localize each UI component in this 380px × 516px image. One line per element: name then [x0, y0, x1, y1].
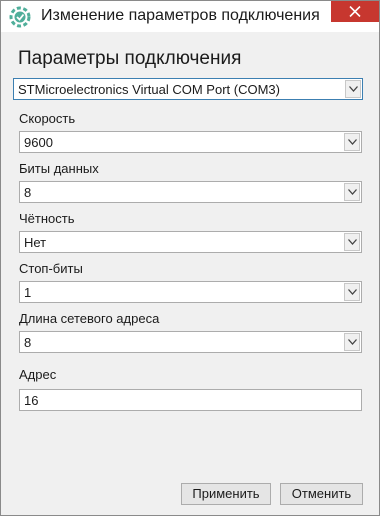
- address-length-select-value: 8: [24, 335, 32, 350]
- port-select-value: STMicroelectronics Virtual COM Port (COM…: [18, 82, 280, 97]
- data-bits-label: Биты данных: [19, 161, 99, 176]
- stop-bits-label: Стоп-биты: [19, 261, 83, 276]
- title-bar[interactable]: Изменение параметров подключения: [1, 1, 379, 32]
- speed-select[interactable]: 9600: [19, 131, 362, 153]
- chevron-down-icon[interactable]: [344, 183, 360, 201]
- address-label: Адрес: [19, 367, 57, 382]
- chevron-down-icon[interactable]: [345, 80, 361, 98]
- address-input[interactable]: [19, 389, 362, 411]
- chevron-down-icon[interactable]: [344, 133, 360, 151]
- speed-select-value: 9600: [24, 135, 53, 150]
- port-select[interactable]: STMicroelectronics Virtual COM Port (COM…: [13, 78, 363, 100]
- close-icon: [349, 6, 361, 17]
- data-bits-select-value: 8: [24, 185, 32, 200]
- dialog-window: Изменение параметров подключения Парамет…: [0, 0, 380, 516]
- app-icon: [9, 6, 31, 28]
- apply-button[interactable]: Применить: [181, 483, 271, 505]
- close-button[interactable]: [331, 1, 379, 22]
- cancel-button[interactable]: Отменить: [280, 483, 363, 505]
- stop-bits-select[interactable]: 1: [19, 281, 362, 303]
- address-length-select[interactable]: 8: [19, 331, 362, 353]
- speed-label: Скорость: [19, 111, 76, 126]
- parity-select[interactable]: Нет: [19, 231, 362, 253]
- page-title: Параметры подключения: [18, 48, 242, 69]
- parity-label: Чётность: [19, 211, 75, 226]
- chevron-down-icon[interactable]: [344, 283, 360, 301]
- chevron-down-icon[interactable]: [344, 333, 360, 351]
- data-bits-select[interactable]: 8: [19, 181, 362, 203]
- stop-bits-select-value: 1: [24, 285, 32, 300]
- parity-select-value: Нет: [24, 235, 47, 250]
- chevron-down-icon[interactable]: [344, 233, 360, 251]
- address-length-label: Длина сетевого адреса: [19, 311, 160, 326]
- dialog-content: Параметры подключения STMicroelectronics…: [1, 32, 379, 515]
- window-title: Изменение параметров подключения: [41, 7, 320, 24]
